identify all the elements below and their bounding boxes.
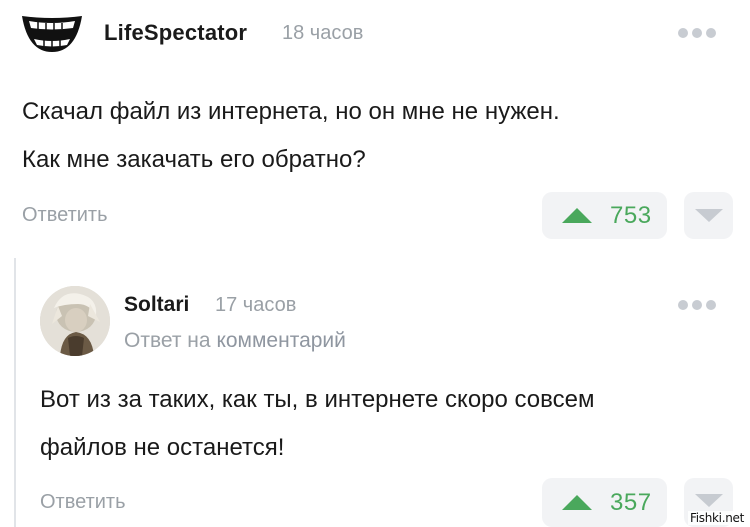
comment-text: Вот из за таких, как ты, в интернете ско… xyxy=(40,376,730,472)
grin-smile-icon[interactable] xyxy=(20,10,84,56)
comment-time: 18 часов xyxy=(282,22,364,44)
comment-main: LifeSpectator 18 часов Скачал файл из ин… xyxy=(0,0,750,250)
comments-page: LifeSpectator 18 часов Скачал файл из ин… xyxy=(0,0,750,527)
reply-to-link[interactable]: комментарий xyxy=(216,329,345,352)
rating-count: 753 xyxy=(610,201,652,229)
comment-author[interactable]: LifeSpectator xyxy=(104,20,247,46)
comment-text-line: Скачал файл из интернета, но он мне не н… xyxy=(22,98,560,125)
rating-count: 357 xyxy=(610,488,652,516)
upvote-button[interactable]: 357 xyxy=(542,478,667,527)
reply-to-prefix: Ответ на xyxy=(124,329,211,352)
comment-text-line: файлов не останется! xyxy=(40,434,285,461)
avatar[interactable] xyxy=(40,286,110,356)
comment-text-line: Вот из за таких, как ты, в интернете ско… xyxy=(40,386,595,413)
downvote-arrow-icon xyxy=(694,209,723,222)
comment-text-line: Как мне закачать его обратно? xyxy=(22,146,366,173)
more-options-icon[interactable] xyxy=(678,300,716,310)
comment-time: 17 часов xyxy=(215,294,297,316)
comment-text: Скачал файл из интернета, но он мне не н… xyxy=(22,88,722,184)
reply-to-label: Ответ на комментарий xyxy=(124,329,346,353)
reply-button[interactable]: Ответить xyxy=(40,491,126,514)
thread-line xyxy=(14,258,16,527)
upvote-arrow-icon xyxy=(562,208,592,223)
downvote-button[interactable] xyxy=(684,192,733,239)
watermark: Fishki.net xyxy=(687,511,746,525)
upvote-button[interactable]: 753 xyxy=(542,192,667,239)
upvote-arrow-icon xyxy=(562,495,592,510)
downvote-arrow-icon xyxy=(694,494,723,507)
more-options-icon[interactable] xyxy=(678,28,716,38)
reply-button[interactable]: Ответить xyxy=(22,204,108,227)
comment-author[interactable]: Soltari xyxy=(124,293,189,317)
